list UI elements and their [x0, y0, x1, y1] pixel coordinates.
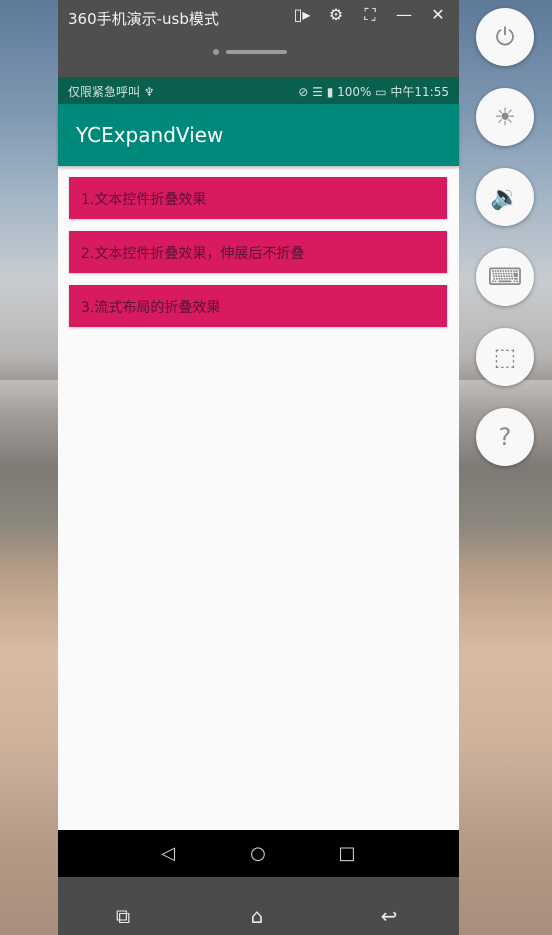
keyboard-icon[interactable]: ⌨ [476, 248, 534, 306]
brightness-icon[interactable]: ☀ [476, 88, 534, 146]
drag-handle[interactable] [213, 49, 288, 55]
minimize-icon[interactable]: — [391, 5, 417, 25]
phone-mirror-window: 360手机演示-usb模式 ▯▸ ⚙ ⛶ — ✕ 仅限紧急呼叫 ♆ ⊘ ☰ ▮ … [58, 0, 459, 935]
window-title: 360手机演示-usb模式 [68, 10, 219, 28]
power-icon[interactable]: ⏻ [476, 8, 534, 66]
return-icon[interactable]: ↩ [374, 905, 404, 927]
list-item-label: 1.文本控件折叠效果 [81, 192, 207, 208]
screen-record-icon[interactable]: ▯▸ [289, 5, 315, 25]
volume-icon[interactable]: 🔉 [476, 168, 534, 226]
app-title: YCExpandView [76, 123, 224, 147]
gear-icon[interactable]: ⚙ [323, 5, 349, 25]
list-item-label: 2.文本控件折叠效果，伸展后不折叠 [81, 246, 305, 262]
list-item[interactable]: 2.文本控件折叠效果，伸展后不折叠 [69, 231, 447, 273]
status-right-text: ⊘ ☰ ▮ 100% ▭ 中午11:55 [298, 85, 449, 99]
close-icon[interactable]: ✕ [425, 5, 451, 25]
handle-dot [213, 49, 219, 55]
list-item[interactable]: 1.文本控件折叠效果 [69, 177, 447, 219]
handle-bar [226, 50, 287, 54]
list-item-label: 3.流式布局的折叠效果 [81, 300, 221, 316]
home-outline-icon[interactable]: ⌂ [242, 905, 272, 927]
recent-apps-icon[interactable]: ⧉ [108, 905, 138, 927]
status-bar: 仅限紧急呼叫 ♆ ⊘ ☰ ▮ 100% ▭ 中午11:55 [58, 77, 459, 104]
crop-icon[interactable]: ⬚ [476, 328, 534, 386]
app-bar: YCExpandView [58, 104, 459, 166]
phone-screen: 仅限紧急呼叫 ♆ ⊘ ☰ ▮ 100% ▭ 中午11:55 YCExpandVi… [58, 77, 459, 830]
help-icon[interactable]: ? [476, 408, 534, 466]
status-left-text: 仅限紧急呼叫 ♆ [68, 85, 155, 99]
back-icon[interactable]: ◁ [157, 843, 179, 865]
fullscreen-icon[interactable]: ⛶ [357, 5, 383, 25]
android-nav-bar: ◁ ○ □ [58, 830, 459, 877]
titlebar-icons: ▯▸ ⚙ ⛶ — ✕ [289, 5, 451, 25]
window-titlebar[interactable]: 360手机演示-usb模式 ▯▸ ⚙ ⛶ — ✕ [58, 0, 459, 77]
window-bottom-bar: ⧉ ⌂ ↩ [58, 877, 459, 935]
recents-icon[interactable]: □ [336, 843, 358, 865]
home-icon[interactable]: ○ [247, 843, 269, 865]
list-item[interactable]: 3.流式布局的折叠效果 [69, 285, 447, 327]
